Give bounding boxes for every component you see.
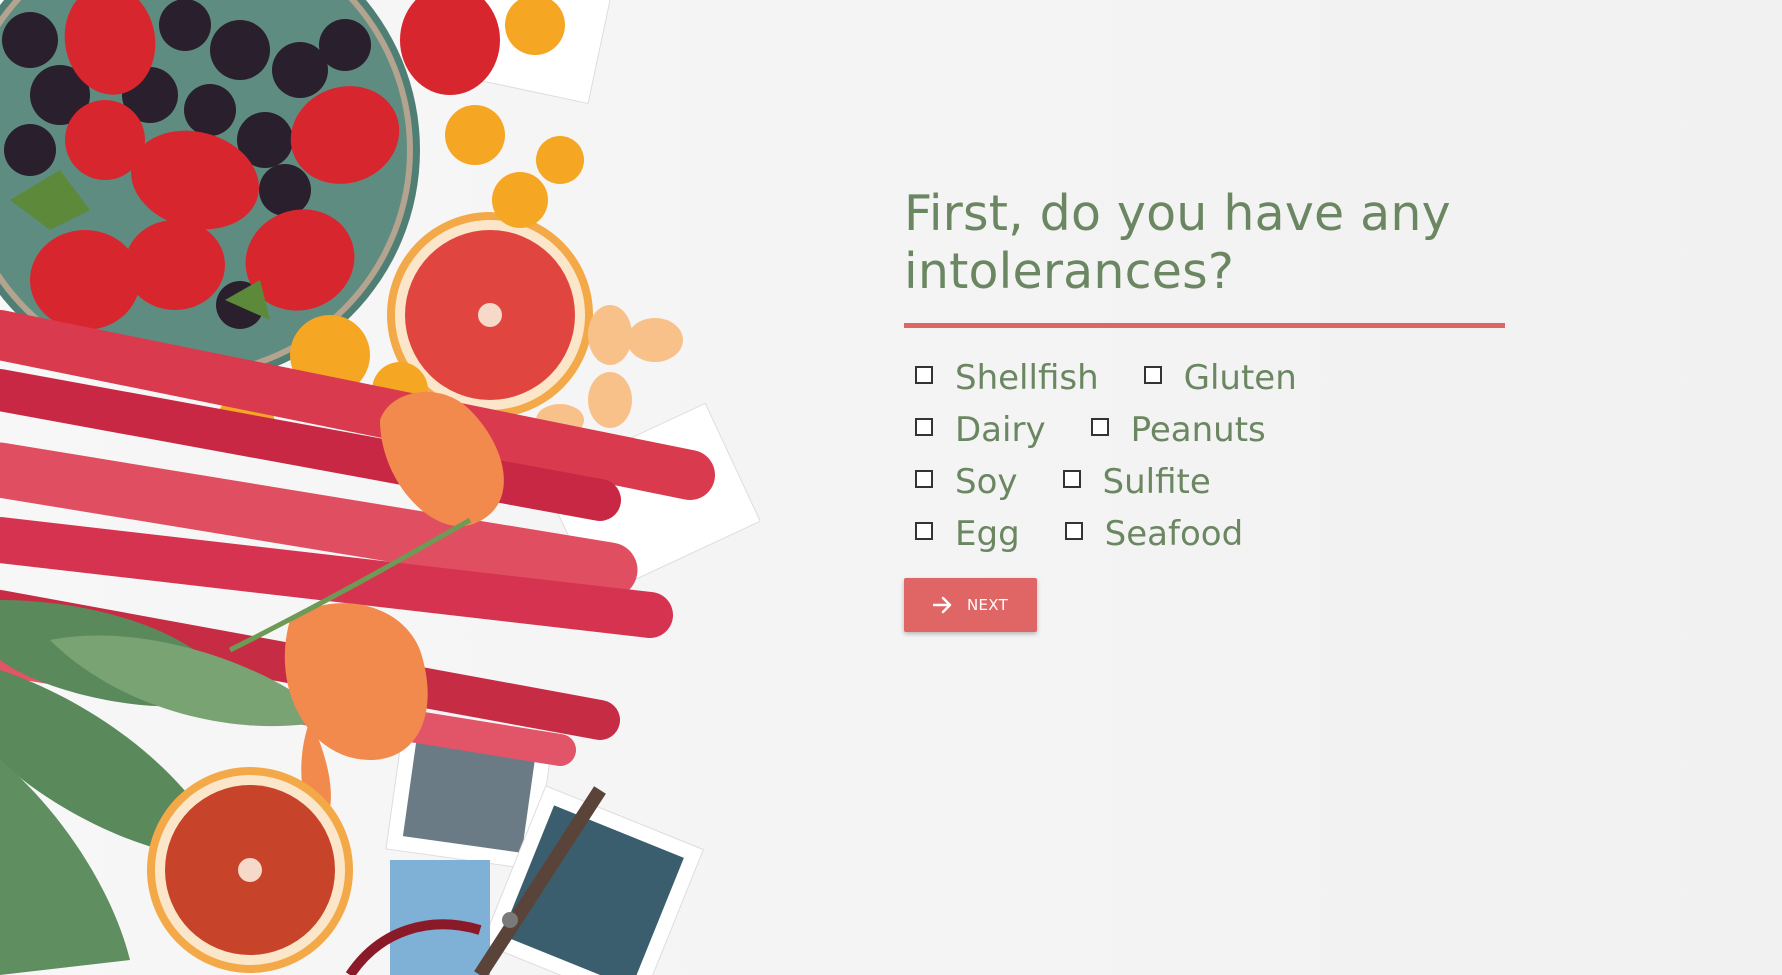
option-sulfite[interactable]: Sulfite: [1062, 462, 1211, 502]
checkbox-egg[interactable]: [915, 522, 933, 540]
checkbox-soy[interactable]: [915, 470, 933, 488]
app-stage: First, do you have any intolerances? She…: [0, 0, 1782, 975]
checkbox-peanuts[interactable]: [1090, 418, 1109, 436]
checkbox-seafood[interactable]: [1064, 522, 1083, 540]
option-label-shellfish: Shellfish: [955, 358, 1099, 398]
option-label-egg: Egg: [955, 514, 1020, 554]
option-seafood[interactable]: Seafood: [1064, 514, 1244, 554]
options-row: Egg Seafood: [904, 508, 1505, 560]
option-label-dairy: Dairy: [955, 410, 1046, 450]
intolerance-form: First, do you have any intolerances? She…: [904, 185, 1505, 632]
next-button-label: NEXT: [966, 596, 1009, 614]
options-row: Shellfish Gluten: [904, 352, 1505, 404]
food-background-image: [0, 0, 760, 975]
option-gluten[interactable]: Gluten: [1143, 358, 1297, 398]
options-row: Soy Sulfite: [904, 456, 1505, 508]
option-soy[interactable]: Soy: [915, 462, 1018, 502]
options-row: Dairy Peanuts: [904, 404, 1505, 456]
option-shellfish[interactable]: Shellfish: [915, 358, 1099, 398]
option-label-peanuts: Peanuts: [1130, 410, 1266, 450]
checkbox-gluten[interactable]: [1143, 366, 1162, 384]
option-label-sulfite: Sulfite: [1102, 462, 1211, 502]
intolerance-options: Shellfish Gluten Dairy Peanuts Soy Sulfi…: [904, 352, 1505, 560]
arrow-right-icon: [932, 596, 953, 614]
question-title: First, do you have any intolerances?: [904, 185, 1451, 300]
checkbox-sulfite[interactable]: [1062, 470, 1081, 488]
title-divider: [904, 323, 1505, 328]
checkbox-shellfish[interactable]: [915, 366, 933, 384]
option-label-soy: Soy: [955, 462, 1018, 502]
option-dairy[interactable]: Dairy: [915, 410, 1046, 450]
option-egg[interactable]: Egg: [915, 514, 1020, 554]
checkbox-dairy[interactable]: [915, 418, 933, 436]
next-button[interactable]: NEXT: [904, 578, 1037, 632]
option-label-gluten: Gluten: [1183, 358, 1297, 398]
option-label-seafood: Seafood: [1104, 514, 1244, 554]
option-peanuts[interactable]: Peanuts: [1090, 410, 1266, 450]
